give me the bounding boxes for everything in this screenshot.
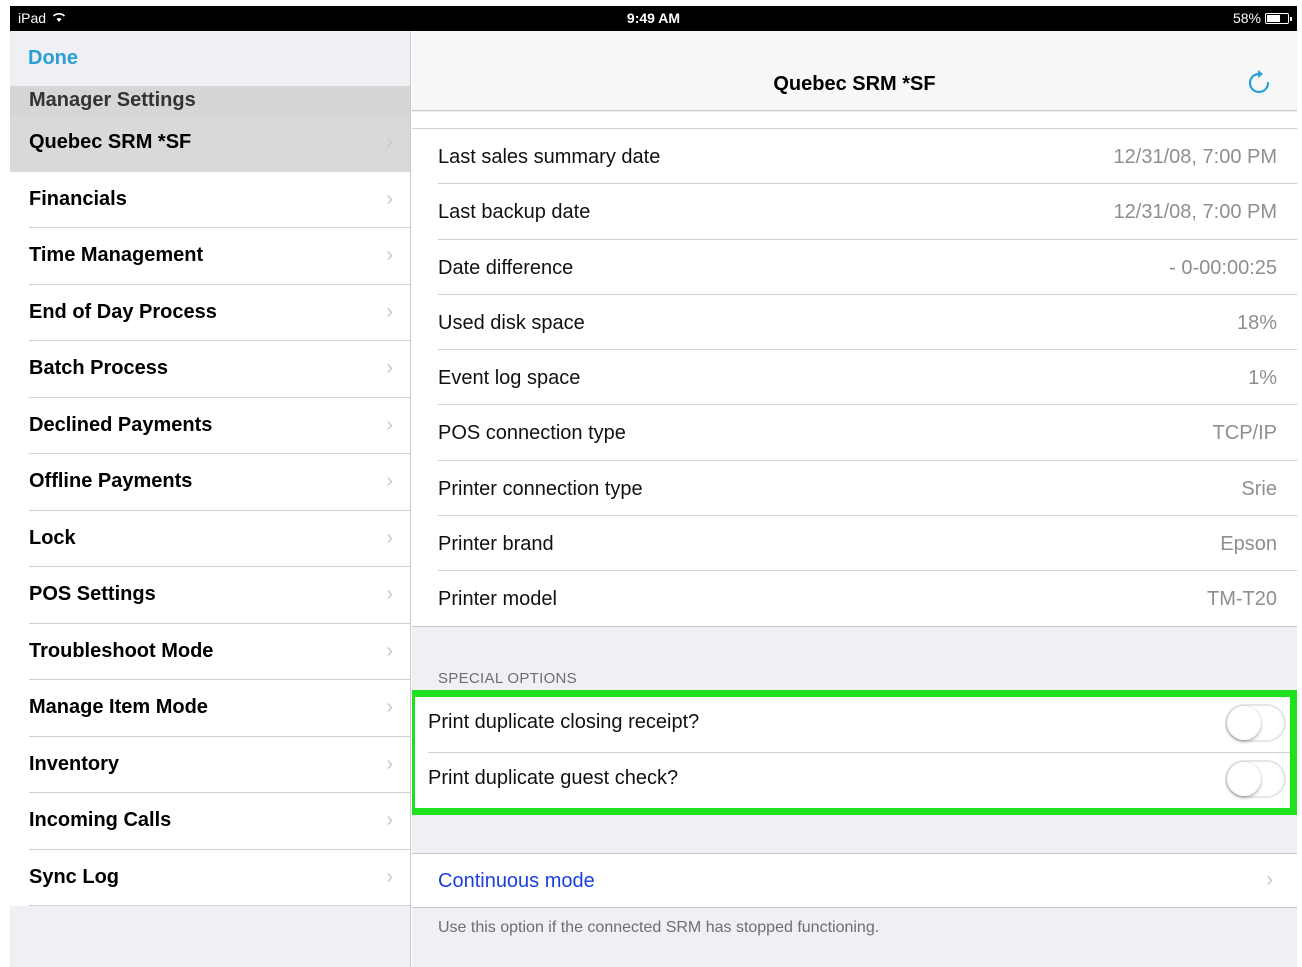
sidebar-item-label: Quebec SRM *SF (29, 131, 192, 153)
info-row-key: Date difference (438, 256, 574, 279)
clock: 9:49 AM (626, 10, 681, 26)
chevron-right-icon: › (386, 865, 393, 888)
continuous-mode-label: Continuous mode (438, 870, 595, 892)
sidebar-item-label: Troubleshoot Mode (29, 639, 214, 662)
sidebar-item[interactable]: Financials › (10, 171, 410, 228)
sidebar-item-label: POS Settings (29, 583, 156, 605)
info-row: Event log space 1% (412, 350, 1297, 406)
clipped-row (412, 112, 1297, 129)
info-row-key: POS connection type (438, 422, 626, 445)
sidebar-item[interactable]: Inventory › (10, 736, 410, 793)
chevron-right-icon: › (386, 131, 393, 153)
sidebar-item[interactable]: POS Settings › (10, 567, 410, 624)
sidebar-item-label: End of Day Process (29, 300, 217, 323)
status-bar: iPad 9:49 AM 58% (10, 6, 1297, 31)
special-options-group: Print duplicate closing receipt? Print du… (412, 690, 1297, 815)
sidebar-item[interactable]: End of Day Process › (10, 284, 410, 341)
sidebar-item[interactable]: Lock › (10, 510, 410, 567)
toggle-label: Print duplicate closing receipt? (428, 711, 700, 733)
sidebar-item-label: Financials (29, 187, 127, 210)
sidebar-item-label: Incoming Calls (29, 809, 172, 831)
done-button[interactable]: Done (28, 47, 78, 70)
sidebar-item-label: Declined Payments (29, 413, 213, 436)
sidebar-item[interactable]: Declined Payments › (10, 397, 410, 454)
chevron-right-icon: › (386, 413, 393, 436)
info-row-key: Last sales summary date (438, 146, 661, 168)
info-row: Last sales summary date 12/31/08, 7:00 PM (412, 129, 1297, 185)
special-options-header: SPECIAL OPTIONS (438, 670, 577, 687)
chevron-right-icon: › (1266, 869, 1273, 891)
info-row-value: Epson (1220, 532, 1277, 555)
sidebar-item-label: Inventory (29, 752, 120, 775)
section-header: Manager Settings (10, 86, 410, 115)
chevron-right-icon: › (386, 583, 393, 605)
chevron-right-icon: › (386, 357, 393, 379)
chevron-right-icon: › (386, 639, 393, 662)
info-row-value: 18% (1236, 311, 1277, 334)
info-row: Printer connection type Srie (412, 461, 1297, 517)
info-row-key: Event log space (438, 367, 581, 389)
chevron-right-icon: › (386, 244, 393, 266)
info-row: Last backup date 12/31/08, 7:00 PM (412, 184, 1297, 240)
info-row-value: TM-T20 (1207, 588, 1277, 610)
toggle-row: Print duplicate guest check? (415, 753, 1290, 809)
sidebar-item-label: Offline Payments (29, 470, 193, 492)
toggle-row: Print duplicate closing receipt? (415, 697, 1290, 753)
section-header-label: Manager Settings (29, 89, 196, 111)
sidebar-item[interactable]: Offline Payments › (10, 454, 410, 511)
refresh-icon[interactable] (1245, 69, 1273, 97)
info-row-value: Srie (1241, 477, 1277, 500)
info-row-key: Used disk space (438, 311, 585, 334)
sidebar-item[interactable]: Manage Item Mode › (10, 680, 410, 737)
detail-panel: Quebec SRM *SF Last sales summary date 12… (412, 31, 1297, 967)
info-row: Used disk space 18% (412, 295, 1297, 351)
toggle-knob (1227, 706, 1261, 740)
sidebar-item-label: Lock (29, 526, 76, 549)
sidebar-item-label: Batch Process (29, 357, 168, 379)
sidebar-item-label: Time Management (29, 244, 204, 266)
page-title: Quebec SRM *SF (773, 73, 936, 95)
master-panel: Done Manager Settings Quebec SRM *SF › Fin… (10, 31, 411, 967)
chevron-right-icon: › (386, 187, 393, 210)
sidebar-item[interactable]: Time Management › (10, 228, 410, 285)
info-row: Date difference - 0-00:00:25 (412, 240, 1297, 296)
sidebar-item-label: Manage Item Mode (29, 696, 208, 718)
info-row: Printer model TM-T20 (412, 571, 1297, 626)
continuous-mode-row[interactable]: Continuous mode › (412, 853, 1297, 908)
chevron-right-icon: › (386, 696, 393, 718)
sidebar-item[interactable]: Incoming Calls › (10, 793, 410, 850)
settings-menu: Quebec SRM *SF › Financials › Time Managemen… (10, 115, 410, 906)
info-row-value: 12/31/08, 7:00 PM (1113, 146, 1277, 168)
info-row-key: Printer connection type (438, 477, 643, 500)
sidebar-item[interactable]: Batch Process › (10, 341, 410, 398)
chevron-right-icon: › (386, 809, 393, 831)
sidebar-item[interactable]: Quebec SRM *SF › (10, 115, 410, 172)
info-row-value: TCP/IP (1212, 422, 1277, 445)
info-list: Last sales summary date 12/31/08, 7:00 PM… (412, 129, 1297, 628)
toggle-switch[interactable] (1225, 704, 1286, 742)
battery-icon (1265, 12, 1292, 24)
sidebar-item-label: Sync Log (29, 865, 120, 888)
toggle-knob (1227, 761, 1261, 796)
chevron-right-icon: › (386, 526, 393, 549)
chevron-right-icon: › (386, 470, 393, 492)
info-row-value: 1% (1248, 367, 1277, 389)
info-row: POS connection type TCP/IP (412, 405, 1297, 461)
info-row-value: 12/31/08, 7:00 PM (1113, 201, 1277, 224)
toggle-switch[interactable] (1225, 759, 1286, 798)
chevron-right-icon: › (386, 300, 393, 323)
footer-note: Use this option if the connected SRM has… (438, 919, 880, 936)
info-row-value: - 0-00:00:25 (1169, 256, 1277, 279)
info-row-key: Printer model (438, 588, 557, 610)
sidebar-item[interactable]: Sync Log › (10, 849, 410, 906)
navigation-bar: Quebec SRM *SF (412, 31, 1297, 111)
info-row-key: Last backup date (438, 201, 591, 224)
toggle-label: Print duplicate guest check? (428, 766, 679, 789)
info-row-key: Printer brand (438, 532, 554, 555)
battery-percent: 58% (1232, 10, 1261, 26)
sidebar-item[interactable]: Troubleshoot Mode › (10, 623, 410, 680)
chevron-right-icon: › (386, 752, 393, 775)
info-row: Printer brand Epson (412, 516, 1297, 572)
